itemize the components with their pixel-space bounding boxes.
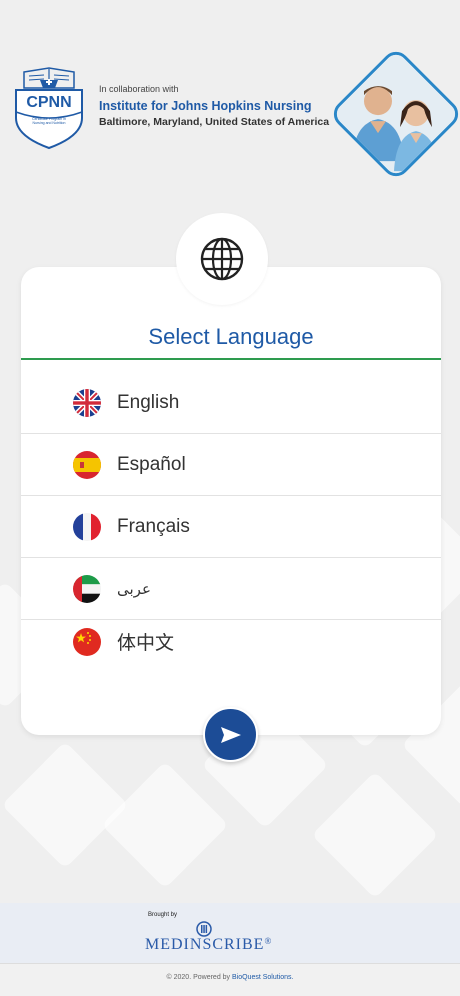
nurses-photo [328,46,460,182]
uk-flag-icon [73,389,101,417]
institute-location: Baltimore, Maryland, United States of Am… [99,116,330,128]
brand-name: MEDINSCRIBE [145,936,265,953]
uae-flag-icon [73,575,101,603]
powered-by-link[interactable]: BioQuest Solutions. [232,974,293,981]
language-card: Select Language English Español Français… [21,267,441,735]
language-label: Español [117,454,186,475]
france-flag-icon [73,513,101,541]
china-flag-icon [73,627,101,656]
cpnn-logo: CPNN Certificate Program in Nursing and … [12,66,86,150]
title-divider [21,358,441,360]
svg-text:Nursing and Nutrition: Nursing and Nutrition [33,121,66,125]
medinscribe-brand[interactable]: MEDINSCRIBE® [145,936,272,954]
brought-by-label: Brought by [148,912,178,918]
language-label: 体中文 [117,633,175,654]
collaboration-text: In collaboration with Institute for John… [99,84,329,128]
globe-icon [200,237,244,281]
next-button[interactable] [203,707,258,762]
globe-badge [176,213,268,305]
send-arrow-icon [220,726,241,743]
footer: Brought by MEDINSCRIBE® © 2020. Powered … [0,903,460,996]
card-title: Select Language [148,324,314,349]
collab-intro: In collaboration with [99,84,179,94]
spain-flag-icon [73,451,101,479]
language-option-chinese[interactable]: 体中文 [21,611,441,672]
language-option-spanish[interactable]: Español [21,435,441,496]
language-label: عربى [117,581,151,598]
brand-mark: ® [264,936,273,946]
copyright-text: © 2020. Powered by [166,974,232,981]
language-label: Français [117,516,190,537]
language-option-english[interactable]: English [21,373,441,434]
institute-name: Institute for Johns Hopkins Nursing [99,99,312,113]
language-option-french[interactable]: Français [21,497,441,558]
language-label: English [117,392,180,413]
header: CPNN Certificate Program in Nursing and … [0,0,460,190]
logo-text: CPNN [26,94,71,111]
copyright-bar: © 2020. Powered by BioQuest Solutions. [0,963,460,996]
